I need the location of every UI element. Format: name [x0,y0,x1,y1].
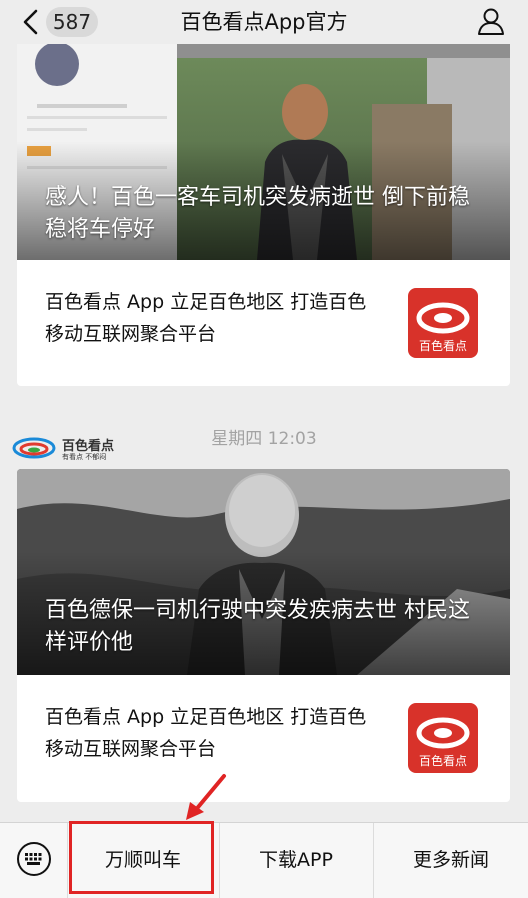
app-logo-text: 百色看点 [418,754,467,768]
watermark-logo: 百色看点 有看点 不郁闷 [10,434,140,464]
article-hero-image[interactable]: 感人！百色一客车司机突发病逝世 倒下前稳稳将车停好 [17,44,510,260]
person-outline-icon[interactable] [476,6,506,36]
article-hero-image[interactable]: 百色德保一司机行驶中突发疾病去世 村民这样评价他 [17,469,510,675]
menu-item-download-app[interactable]: 下载APP [220,823,372,898]
top-bar: 587 百色看点App官方 [0,0,528,44]
article-card-2[interactable]: 百色德保一司机行驶中突发疾病去世 村民这样评价他 百色看点 App 立足百色地区… [17,469,510,802]
article-card-1[interactable]: 感人！百色一客车司机突发病逝世 倒下前稳稳将车停好 百色看点 App 立足百色地… [17,44,510,386]
app-logo-icon: 百色看点 [408,288,478,358]
page-title: 百色看点App官方 [180,10,348,34]
article-subtitle[interactable]: 百色看点 App 立足百色地区 打造百色移动互联网聚合平台 [45,286,385,350]
article-headline[interactable]: 感人！百色一客车司机突发病逝世 倒下前稳稳将车停好 [45,182,488,246]
menu-item-more-news[interactable]: 更多新闻 [374,823,528,898]
article-headline[interactable]: 百色德保一司机行驶中突发疾病去世 村民这样评价他 [45,595,488,659]
app-logo-icon: 百色看点 [408,703,478,773]
watermark-swirl-icon [12,437,56,459]
watermark-slogan: 有看点 不郁闷 [62,453,107,461]
keyboard-icon[interactable] [16,841,52,877]
app-logo-text: 百色看点 [418,339,467,353]
annotation-highlight-box [69,821,214,894]
annotation-arrow-icon [186,774,226,820]
article-subtitle[interactable]: 百色看点 App 立足百色地区 打造百色移动互联网聚合平台 [45,701,385,765]
